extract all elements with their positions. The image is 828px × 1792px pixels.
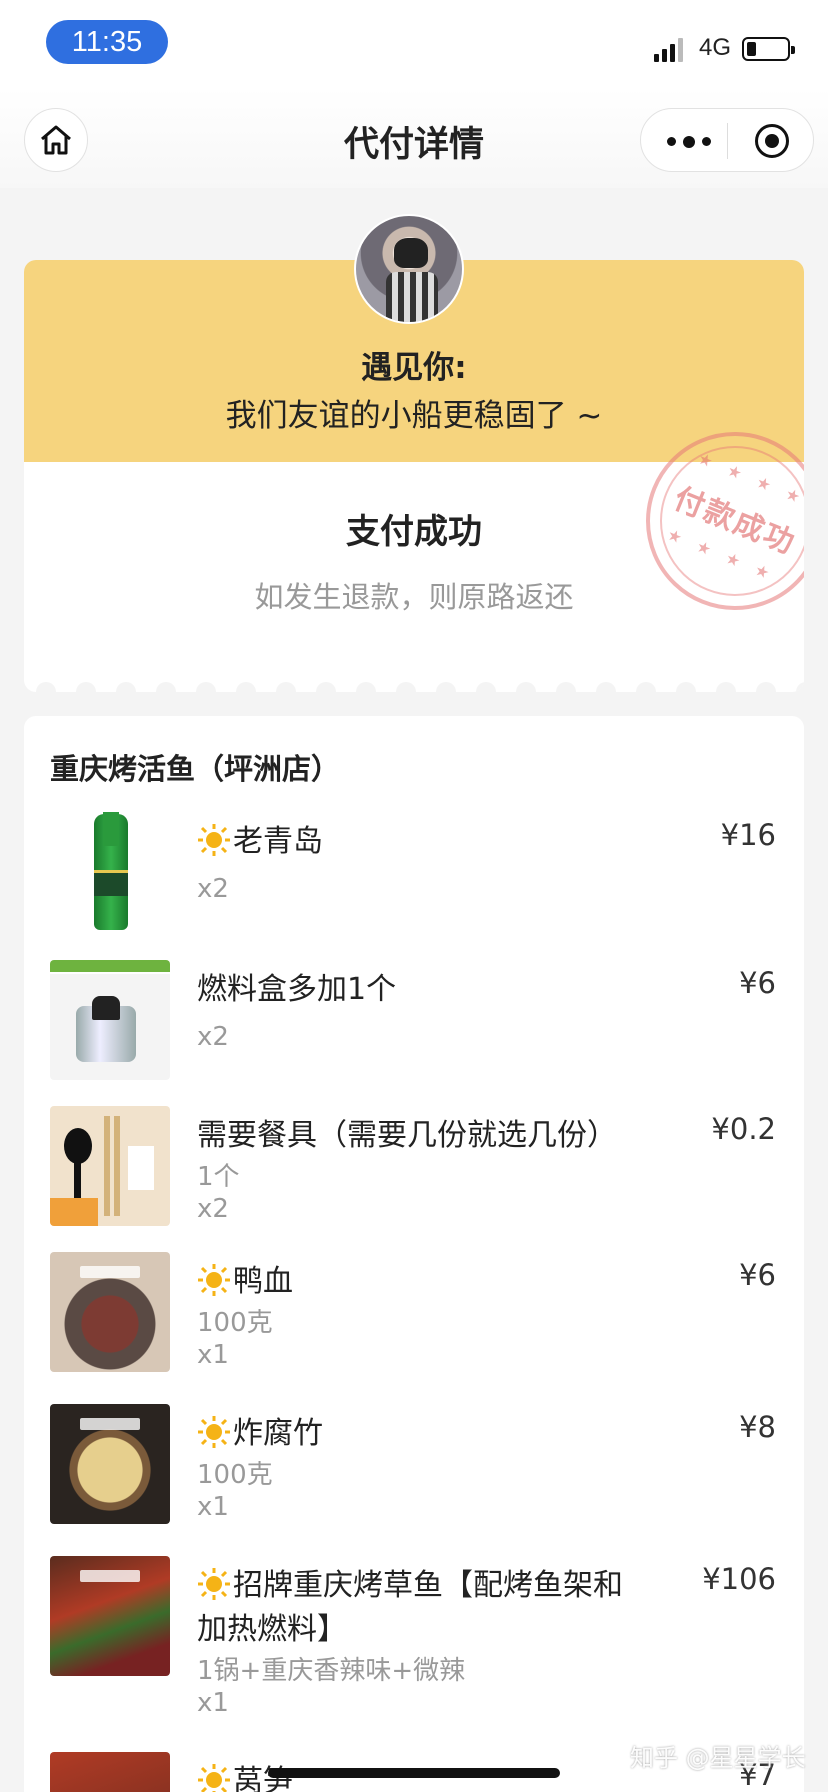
item-spec: 100克 <box>197 1308 273 1338</box>
scallop-dot <box>556 682 576 692</box>
item-name: 燃料盒多加1个 <box>197 972 397 1007</box>
network-type: 4G <box>699 34 732 61</box>
item-price: ¥6 <box>739 966 776 1000</box>
greeting-message: 我们友谊的小船更稳固了 ~ <box>225 398 603 434</box>
item-name-text: 炸腐竹 <box>233 1416 323 1451</box>
scallop-dot <box>796 682 804 692</box>
scallop-dot <box>356 682 376 692</box>
signal-icon <box>654 36 688 62</box>
item-qty: x2 <box>197 1022 229 1052</box>
scallop-edge <box>24 672 804 692</box>
scallop-dot <box>636 682 656 692</box>
sun-icon <box>198 1568 230 1600</box>
item-spec: 100克 <box>197 1460 273 1490</box>
capsule-divider <box>727 123 728 159</box>
item-price: ¥8 <box>739 1410 776 1444</box>
avatar <box>354 214 464 324</box>
home-indicator[interactable] <box>268 1768 560 1778</box>
scallop-dot <box>316 682 336 692</box>
item-qty: x2 <box>197 1194 229 1224</box>
item-image-duck-blood <box>50 1252 170 1372</box>
item-image-tableware <box>50 1106 170 1226</box>
scallop-dot <box>116 682 136 692</box>
scallop-dot <box>436 682 456 692</box>
item-image-beer <box>50 812 170 932</box>
sun-icon <box>198 1264 230 1296</box>
item-name: 炸腐竹 <box>197 1412 637 1456</box>
scallop-dot <box>276 682 296 692</box>
status-time: 11:35 <box>46 20 168 64</box>
scallop-dot <box>476 682 496 692</box>
item-qty: x1 <box>197 1492 229 1522</box>
item-name: 招牌重庆烤草鱼【配烤鱼架和加热燃料】 <box>197 1564 637 1652</box>
item-name-text: 老青岛 <box>233 824 323 859</box>
item-image-fried-tofu-skin <box>50 1404 170 1524</box>
sun-icon <box>198 1764 230 1792</box>
scallop-dot <box>36 682 56 692</box>
item-price: ¥6 <box>739 1258 776 1292</box>
item-name-text: 招牌重庆烤草鱼【配烤鱼架和加热燃料】 <box>197 1568 623 1647</box>
scallop-dot <box>596 682 616 692</box>
target-icon[interactable] <box>755 124 789 158</box>
item-price: ¥106 <box>702 1562 776 1596</box>
item-name: 需要餐具（需要几份就选几份） <box>197 1118 617 1153</box>
item-name-text: 鸭血 <box>233 1264 293 1299</box>
more-dots-icon[interactable] <box>667 136 713 148</box>
watermark: 知乎 @星星学长 <box>630 1744 806 1772</box>
item-qty: x1 <box>197 1340 229 1370</box>
scallop-dot <box>156 682 176 692</box>
item-name: 鸭血 <box>197 1260 637 1304</box>
status-bar: 11:35 4G <box>0 0 828 88</box>
item-spec: 1锅+重庆香辣味+微辣 <box>197 1656 466 1686</box>
order-card: 重庆烤活鱼（坪洲店） 老青岛 ¥16 x2 燃料盒多加1个 ¥6 x2 需要餐具… <box>24 716 804 1792</box>
scallop-dot <box>716 682 736 692</box>
item-qty: x2 <box>197 874 229 904</box>
sun-icon <box>198 824 230 856</box>
sun-icon <box>198 1416 230 1448</box>
item-spec: 1个 <box>197 1162 240 1192</box>
battery-icon <box>742 37 795 61</box>
item-name: 老青岛 <box>197 820 637 864</box>
scallop-dot <box>676 682 696 692</box>
scallop-dot <box>396 682 416 692</box>
nav-bar: 代付详情 <box>0 88 828 188</box>
payment-card: 遇见你: 我们友谊的小船更稳固了 ~ 支付成功 如发生退款，则原路返还 ★ ★ … <box>24 260 804 692</box>
scallop-dot <box>516 682 536 692</box>
item-qty: x1 <box>197 1688 229 1718</box>
mini-program-capsule <box>640 108 814 172</box>
scallop-dot <box>756 682 776 692</box>
item-image-lettuce-stem <box>50 1752 170 1792</box>
scallop-dot <box>76 682 96 692</box>
shop-name: 重庆烤活鱼（坪洲店） <box>50 752 341 786</box>
item-image-grilled-fish <box>50 1556 170 1676</box>
scallop-dot <box>196 682 216 692</box>
item-image-fuel-box <box>50 960 170 1080</box>
item-price: ¥16 <box>720 818 776 852</box>
item-price: ¥0.2 <box>711 1112 776 1146</box>
scallop-dot <box>236 682 256 692</box>
greeting-title: 遇见你: <box>361 350 467 386</box>
